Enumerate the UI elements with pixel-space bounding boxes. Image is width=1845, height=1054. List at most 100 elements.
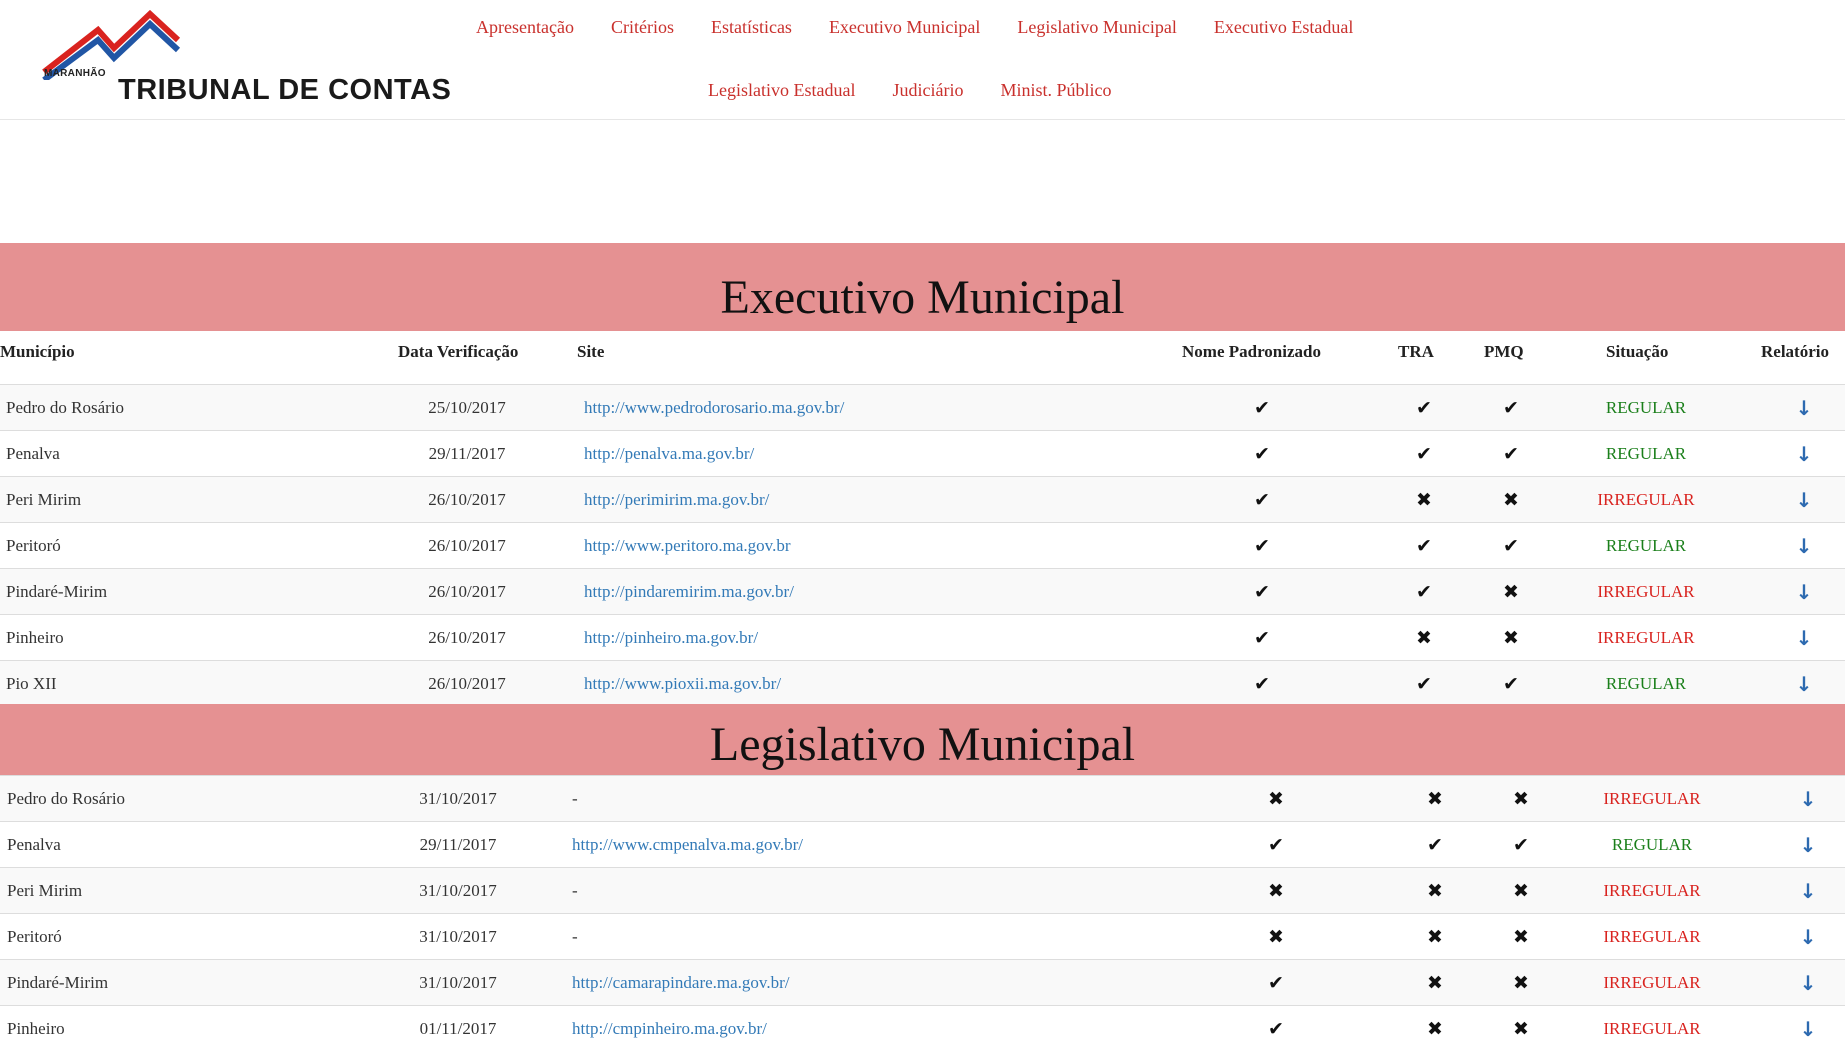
table-row: Pindaré-Mirim 26/10/2017 http://pindaremir…	[0, 568, 1845, 614]
status-label: IRREGULAR	[1603, 973, 1701, 992]
logo-state-text: MARANHÃO	[44, 68, 106, 79]
download-arrow-icon[interactable]: ↓	[1796, 477, 1813, 523]
check-icon: ✔	[1254, 489, 1270, 511]
cross-icon: ✖	[1268, 788, 1284, 810]
cross-icon: ✖	[1513, 788, 1529, 810]
download-arrow-icon[interactable]: ↓	[1800, 822, 1817, 868]
logo-title-text: TRIBUNAL DE CONTAS	[118, 74, 452, 106]
site-link[interactable]: http://penalva.ma.gov.br/	[584, 444, 754, 463]
nav-apresentacao[interactable]: Apresentação	[476, 14, 574, 40]
status-label: IRREGULAR	[1603, 881, 1701, 900]
status-label: REGULAR	[1611, 835, 1693, 854]
site-cell: http://cmpinheiro.ma.gov.br/	[572, 1006, 767, 1052]
status-label: REGULAR	[1605, 444, 1687, 463]
check-icon: ✔	[1416, 535, 1432, 557]
section-header-executivo: Executivo Municipal	[0, 243, 1845, 331]
col-municipio: Município	[0, 342, 75, 361]
status-label: IRREGULAR	[1597, 490, 1695, 509]
check-icon: ✔	[1503, 397, 1519, 419]
site-cell: http://camarapindare.ma.gov.br/	[572, 960, 789, 1006]
download-arrow-icon[interactable]: ↓	[1796, 385, 1813, 431]
nav-judiciario[interactable]: Judiciário	[892, 77, 963, 103]
tcema-logo[interactable]: MARANHÃO TRIBUNAL DE CONTAS	[40, 10, 451, 106]
cross-icon: ✖	[1503, 581, 1519, 603]
status-label: REGULAR	[1605, 398, 1687, 417]
cross-icon: ✖	[1268, 880, 1284, 902]
cross-icon: ✖	[1416, 627, 1432, 649]
check-icon: ✔	[1513, 834, 1529, 856]
download-arrow-icon[interactable]: ↓	[1796, 431, 1813, 477]
site-link[interactable]: http://camarapindare.ma.gov.br/	[572, 973, 789, 992]
nav-legislativo-municipal[interactable]: Legislativo Municipal	[1017, 14, 1176, 40]
data-cell: 31/10/2017	[419, 973, 497, 992]
status-label: IRREGULAR	[1597, 582, 1695, 601]
data-cell: 29/11/2017	[419, 835, 497, 854]
table-row: Peri Mirim 31/10/2017 - ✖ ✖ ✖ IRREGULAR ↓	[0, 867, 1845, 913]
check-icon: ✔	[1416, 443, 1432, 465]
status-label: REGULAR	[1605, 674, 1687, 693]
site-link[interactable]: http://www.cmpenalva.ma.gov.br/	[572, 835, 803, 854]
site-link[interactable]: http://pindaremirim.ma.gov.br/	[584, 582, 794, 601]
data-cell: 31/10/2017	[419, 789, 497, 808]
cross-icon: ✖	[1513, 972, 1529, 994]
nav-ministerio-publico[interactable]: Minist. Público	[1000, 77, 1111, 103]
municipio-cell: Peritoró	[6, 536, 61, 555]
section-title: Legislativo Municipal	[709, 717, 1136, 771]
col-nome-padronizado: Nome Padronizado	[1182, 342, 1321, 361]
download-arrow-icon[interactable]: ↓	[1800, 868, 1817, 914]
check-icon: ✔	[1268, 972, 1284, 994]
table-row: Penalva 29/11/2017 http://www.cmpenalva.ma…	[0, 821, 1845, 867]
download-arrow-icon[interactable]: ↓	[1800, 960, 1817, 1006]
cross-icon: ✖	[1513, 880, 1529, 902]
site-link[interactable]: http://perimirim.ma.gov.br/	[584, 490, 769, 509]
check-icon: ✔	[1416, 581, 1432, 603]
site-link[interactable]: http://pinheiro.ma.gov.br/	[584, 628, 758, 647]
site-cell: -	[572, 927, 578, 946]
col-tra: TRA	[1398, 342, 1434, 361]
download-arrow-icon[interactable]: ↓	[1796, 661, 1813, 707]
table-row: Peritoró 26/10/2017 http://www.peritoro.ma…	[0, 522, 1845, 568]
site-link[interactable]: http://cmpinheiro.ma.gov.br/	[572, 1019, 767, 1038]
data-cell: 26/10/2017	[428, 490, 506, 509]
municipio-cell: Penalva	[6, 444, 60, 463]
site-link[interactable]: http://www.pedrodorosario.ma.gov.br/	[584, 398, 844, 417]
check-icon: ✔	[1416, 673, 1432, 695]
check-icon: ✔	[1503, 673, 1519, 695]
site-cell: http://www.pedrodorosario.ma.gov.br/	[584, 385, 844, 431]
download-arrow-icon[interactable]: ↓	[1796, 615, 1813, 661]
download-arrow-icon[interactable]: ↓	[1800, 914, 1817, 960]
site-cell: http://www.peritoro.ma.gov.br	[584, 523, 790, 569]
municipio-cell: Pinheiro	[7, 1019, 65, 1038]
check-icon: ✔	[1503, 443, 1519, 465]
col-site: Site	[577, 342, 605, 361]
nav-executivo-municipal[interactable]: Executivo Municipal	[829, 14, 980, 40]
table-row: Pinheiro 01/11/2017 http://cmpinheiro.ma.g…	[0, 1005, 1845, 1051]
col-data-verificacao: Data Verificação	[398, 342, 519, 361]
download-arrow-icon[interactable]: ↓	[1800, 776, 1817, 822]
data-cell: 26/10/2017	[428, 628, 506, 647]
site-link[interactable]: http://www.peritoro.ma.gov.br	[584, 536, 790, 555]
cross-icon: ✖	[1427, 1018, 1443, 1040]
municipio-cell: Pio XII	[6, 674, 57, 693]
check-icon: ✔	[1254, 627, 1270, 649]
nav-legislativo-estadual[interactable]: Legislativo Estadual	[708, 77, 855, 103]
download-arrow-icon[interactable]: ↓	[1796, 569, 1813, 615]
nav-estatisticas[interactable]: Estatísticas	[711, 14, 792, 40]
main-nav-row-2: Legislativo Estadual Judiciário Minist. …	[708, 77, 1148, 103]
municipio-cell: Penalva	[7, 835, 61, 854]
table-row: Pedro do Rosário 31/10/2017 - ✖ ✖ ✖ IRREGULAR ↓	[0, 775, 1845, 821]
data-cell: 31/10/2017	[419, 881, 497, 900]
site-cell: http://perimirim.ma.gov.br/	[584, 477, 769, 523]
site-cell: -	[572, 789, 578, 808]
check-icon: ✔	[1268, 834, 1284, 856]
status-label: IRREGULAR	[1597, 628, 1695, 647]
status-label: IRREGULAR	[1603, 789, 1701, 808]
status-label: IRREGULAR	[1603, 1019, 1701, 1038]
data-cell: 26/10/2017	[428, 674, 506, 693]
table-row: Peri Mirim 26/10/2017 http://perimirim.ma.…	[0, 476, 1845, 522]
download-arrow-icon[interactable]: ↓	[1796, 523, 1813, 569]
download-arrow-icon[interactable]: ↓	[1800, 1006, 1817, 1052]
nav-executivo-estadual[interactable]: Executivo Estadual	[1214, 14, 1353, 40]
site-link[interactable]: http://www.pioxii.ma.gov.br/	[584, 674, 781, 693]
nav-criterios[interactable]: Critérios	[611, 14, 674, 40]
